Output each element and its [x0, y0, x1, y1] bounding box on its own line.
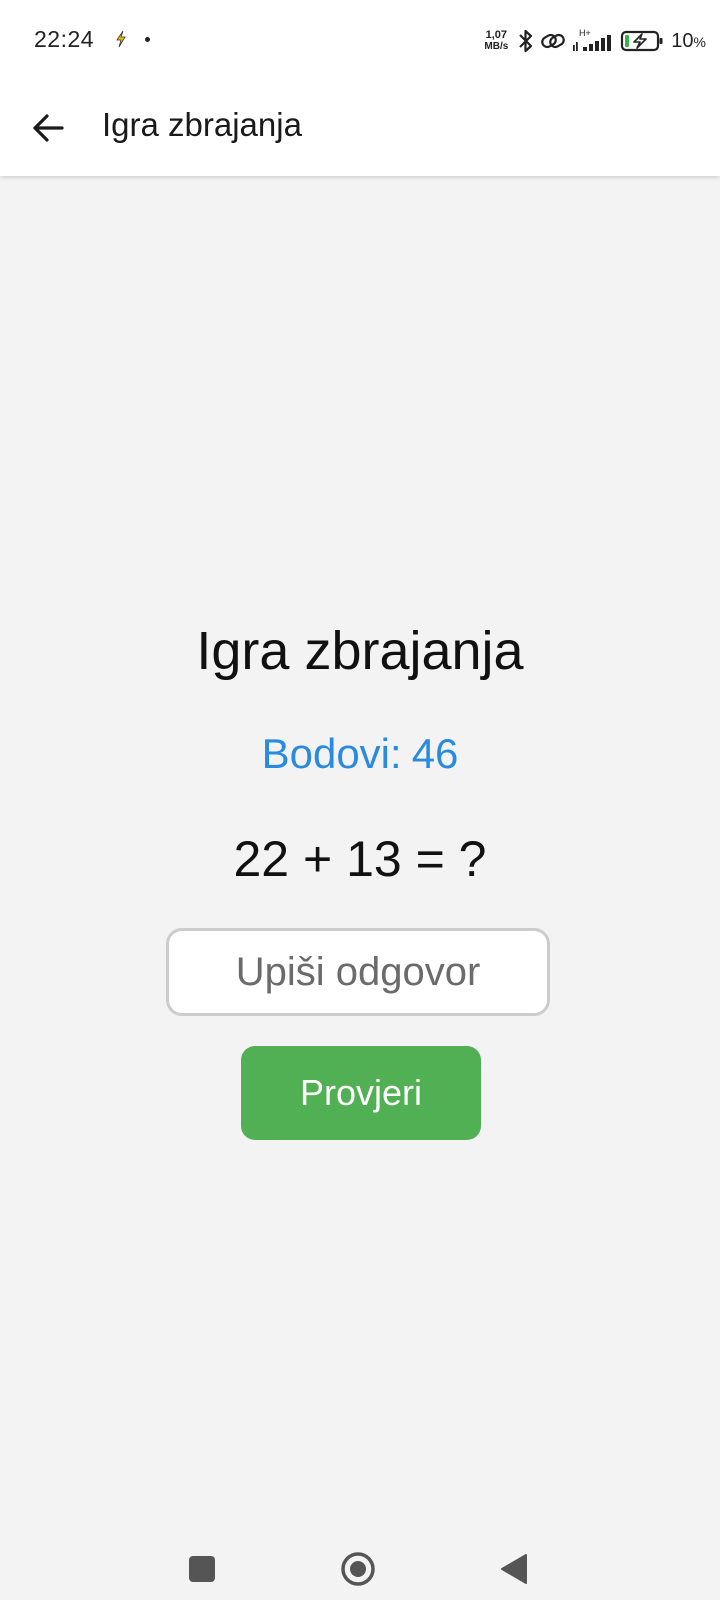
score-display: Bodovi: 46	[0, 730, 720, 778]
battery-charging-icon	[621, 30, 663, 52]
network-speed-value: 1,07	[485, 29, 508, 41]
network-type-label: H+	[579, 28, 591, 38]
app-bar: Igra zbrajanja	[0, 80, 720, 176]
notification-dot	[145, 37, 150, 42]
link-icon	[541, 33, 566, 49]
home-icon[interactable]	[340, 1551, 376, 1587]
status-time: 22:24	[34, 26, 95, 52]
back-icon[interactable]	[500, 1553, 528, 1585]
battery-percent-value: 10	[671, 29, 694, 52]
math-question: 22 + 13 = ?	[233, 831, 487, 887]
status-icons: 1,07 MB/s H+ 10%	[484, 24, 706, 58]
game-title: Igra zbrajanja	[196, 621, 524, 681]
score-label: Bodovi:	[261, 730, 402, 777]
network-speed: 1,07 MB/s	[484, 29, 509, 53]
system-nav-bar	[0, 1500, 720, 1600]
status-bar: 22:24 1,07 MB/s H+ 10%	[0, 0, 720, 80]
answer-input[interactable]	[166, 928, 550, 1016]
signal-icon: H+	[573, 28, 612, 51]
check-button[interactable]: Provjeri	[241, 1046, 481, 1140]
battery-percent: 10%	[671, 30, 706, 53]
network-speed-unit: MB/s	[484, 41, 509, 52]
battery-percent-sign: %	[693, 33, 706, 50]
recents-icon[interactable]	[189, 1556, 215, 1582]
bluetooth-icon	[519, 29, 533, 53]
arrow-back-icon	[33, 114, 64, 142]
flash-notification-icon	[116, 30, 126, 48]
score-value: 46	[411, 730, 459, 777]
app-bar-title: Igra zbrajanja	[102, 106, 302, 143]
back-button[interactable]	[22, 102, 74, 154]
